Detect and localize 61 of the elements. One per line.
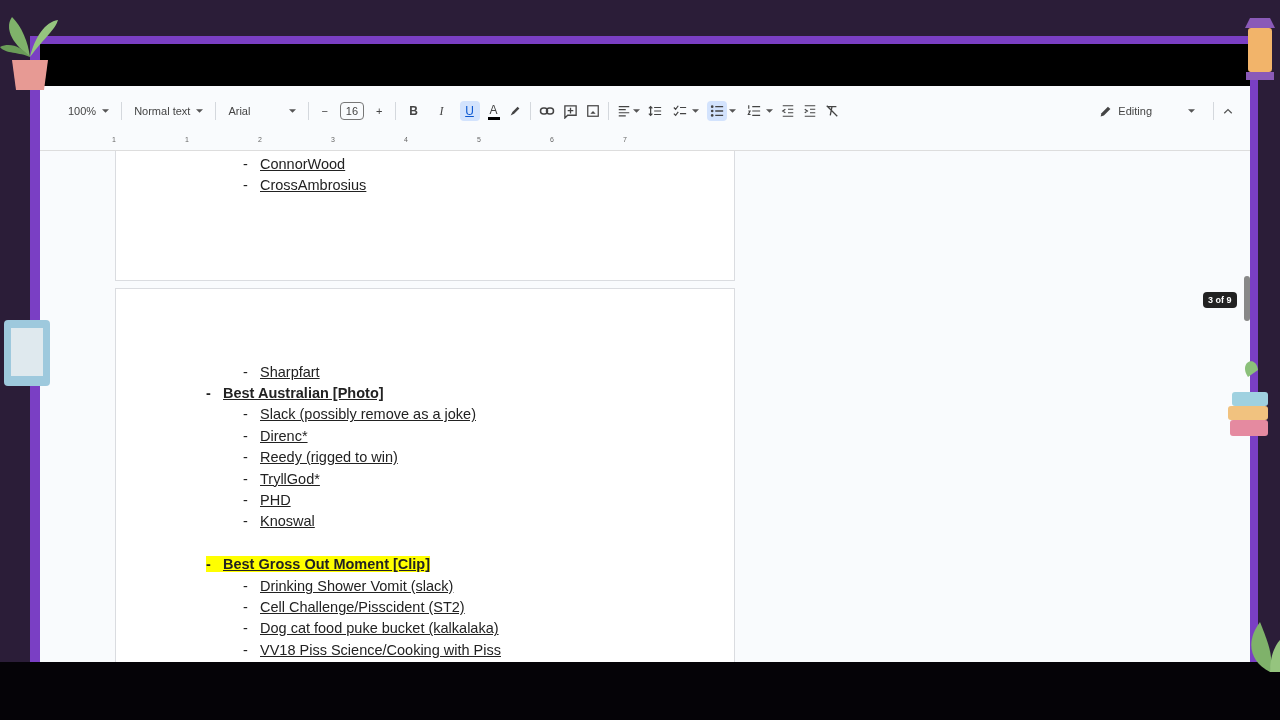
style-dropdown[interactable]: Normal text (130, 102, 208, 120)
list-dash: - (243, 599, 249, 615)
list-item: PHD (260, 492, 291, 509)
bulleted-list-button[interactable] (706, 101, 727, 121)
list-dash: - (243, 641, 249, 658)
font-dropdown[interactable]: Arial (224, 102, 301, 120)
page-indicator: 3 of 9 (1203, 292, 1237, 308)
list-item: Knoswal (260, 513, 315, 530)
picture-frame-drawing (2, 318, 52, 388)
format-button[interactable]: B (403, 101, 424, 121)
font-size-field[interactable]: 16 (339, 102, 365, 120)
caret-down-icon (1188, 109, 1195, 113)
clear-formatting-icon[interactable] (824, 104, 839, 118)
list-item: Drinking Shower Vomit (slack) (260, 577, 454, 594)
text-color-button[interactable]: A (487, 102, 500, 120)
increase-font-size-button[interactable]: + (372, 102, 387, 120)
caret-down-icon (196, 109, 204, 113)
image-icon[interactable] (585, 104, 600, 118)
list-item: VV18 Piss Science/Cooking with Piss (260, 641, 501, 658)
editing-mode-dropdown[interactable]: Editing (1089, 101, 1205, 121)
format-button[interactable]: I (431, 100, 452, 122)
list-dash: - (243, 449, 249, 466)
list-dash: - (243, 427, 249, 444)
caret-down-icon[interactable] (691, 109, 699, 113)
add-comment-icon[interactable] (562, 103, 578, 119)
scrollbar-thumb[interactable] (1244, 276, 1250, 321)
list-item: Slack (possibly remove as a joke) (260, 406, 476, 423)
decrease-font-size-button[interactable]: − (317, 102, 332, 120)
list-item: ConnorWood (260, 155, 346, 172)
caret-down-icon[interactable] (765, 109, 773, 113)
decrease-indent-icon[interactable] (780, 104, 795, 118)
zoom-dropdown[interactable]: 100% (64, 102, 114, 120)
list-dash: - (206, 556, 223, 573)
list-item: TryllGod* (260, 470, 320, 487)
list-item: Direnc* (260, 427, 308, 444)
format-button[interactable]: U (459, 101, 480, 121)
increase-indent-icon[interactable] (802, 104, 817, 118)
list-dash: - (243, 406, 249, 423)
pencil-icon (1099, 104, 1113, 118)
list-heading: Best Australian [Photo] (223, 385, 384, 402)
caret-down-icon (102, 109, 110, 113)
list-item: Reedy (rigged to win) (260, 449, 398, 466)
list-dash: - (243, 620, 249, 637)
list-dash: - (243, 363, 249, 380)
line-spacing-icon[interactable] (647, 104, 662, 118)
caret-down-icon[interactable] (728, 109, 736, 113)
list-dash: - (206, 385, 212, 402)
list-dash: - (243, 177, 249, 194)
list-dash: - (243, 513, 249, 530)
caret-down-icon[interactable] (632, 109, 640, 113)
list-heading: Best Gross Out Moment [Clip] (223, 556, 431, 573)
align-left-icon[interactable] (616, 104, 631, 118)
list-dash: - (243, 577, 249, 594)
caret-down-icon (289, 109, 297, 113)
list-item: CrossAmbrosius (260, 177, 367, 194)
list-item: Cell Challenge/Pisscident (ST2) (260, 599, 465, 615)
list-item: Dog cat food puke bucket (kalkalaka) (260, 620, 499, 637)
list-dash: - (243, 492, 249, 509)
list-dash: - (243, 470, 249, 487)
list-item: Sharpfart (260, 363, 320, 380)
list-dash: - (243, 155, 249, 172)
